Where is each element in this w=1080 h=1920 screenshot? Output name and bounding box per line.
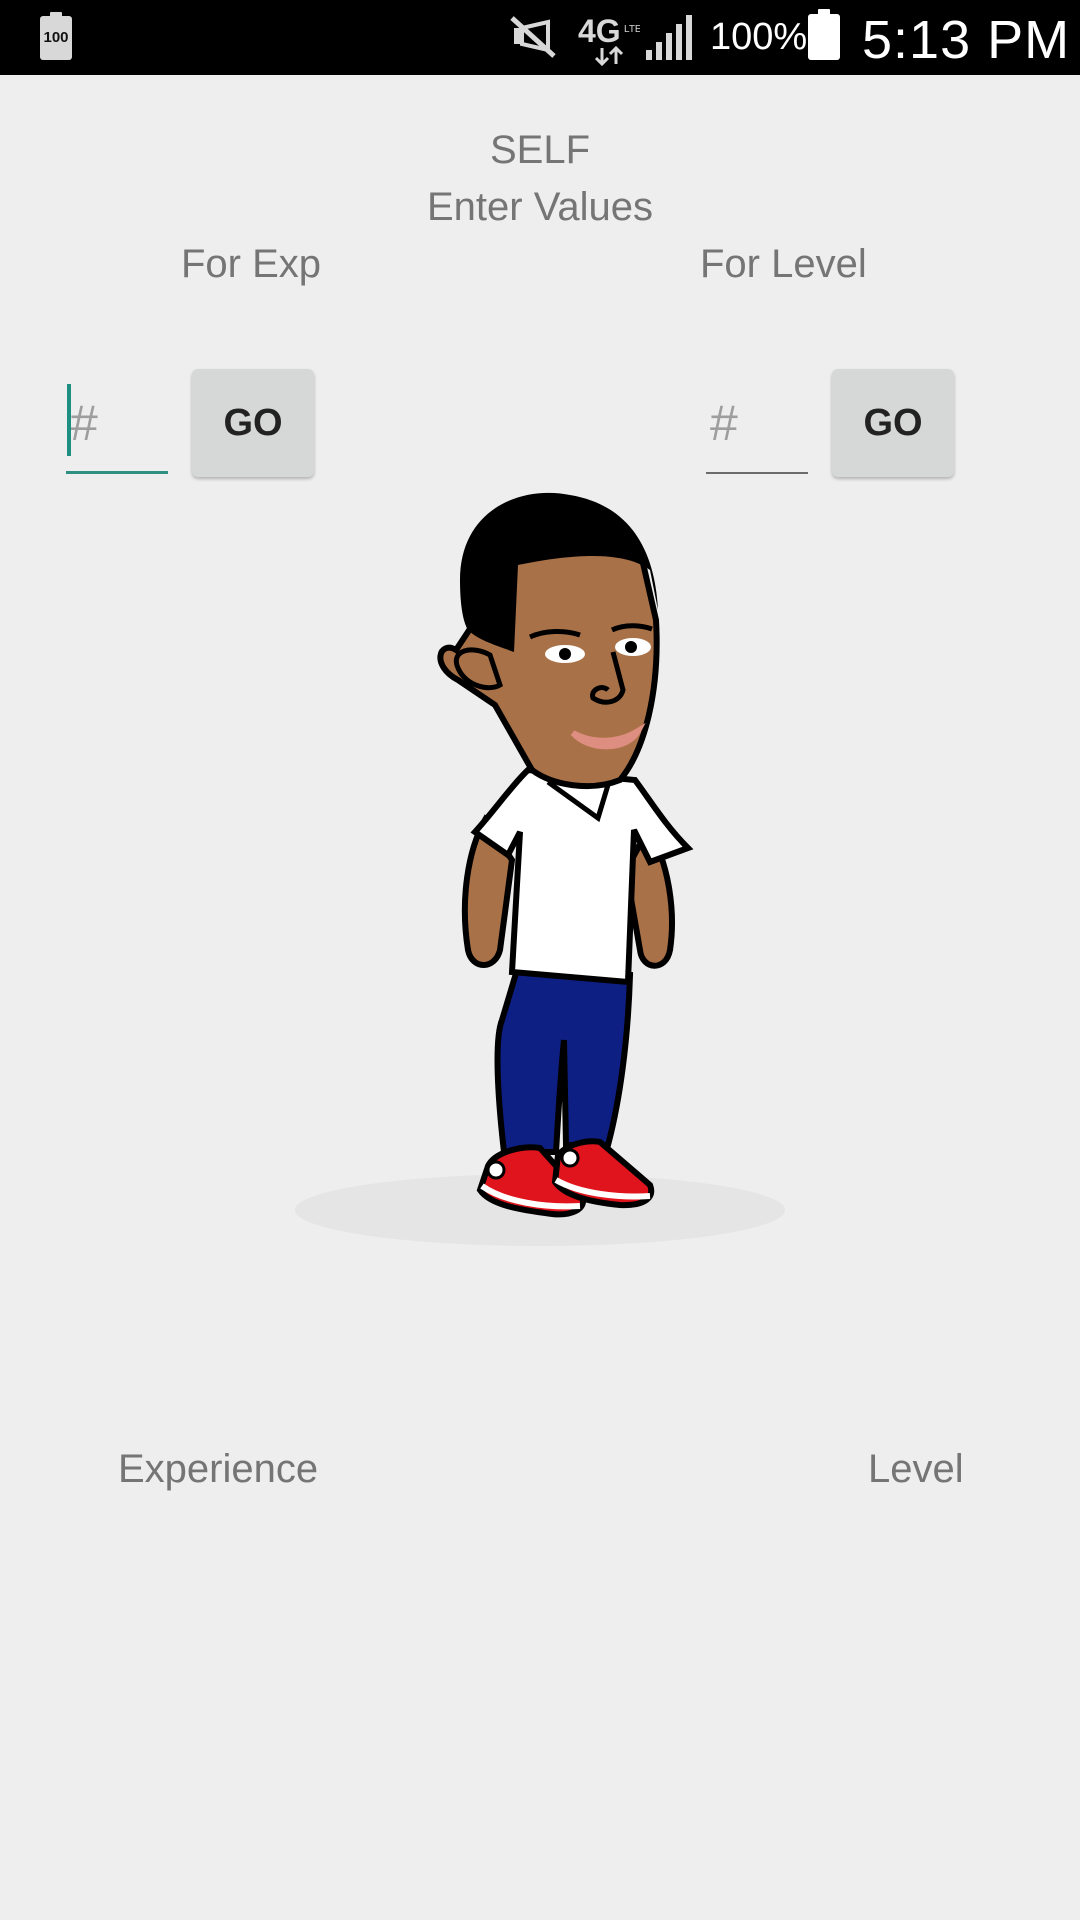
level-label: Level <box>868 1447 964 1491</box>
battery-full-icon <box>808 9 840 60</box>
avatar-character <box>295 492 785 1246</box>
battery-percent: 100% <box>710 16 808 58</box>
exp-input[interactable] <box>66 374 168 474</box>
mute-icon <box>510 16 556 58</box>
battery-level-text: 100 <box>43 29 69 46</box>
status-bar: 100 4G LTE 100% 5:13 PM <box>0 0 1080 75</box>
svg-text:4G: 4G <box>578 13 621 49</box>
for-level-label: For Level <box>700 242 867 286</box>
4g-lte-icon: 4G LTE <box>578 13 640 66</box>
page-title: SELF <box>489 128 591 172</box>
page-subtitle: Enter Values <box>426 185 654 229</box>
experience-label: Experience <box>118 1447 319 1491</box>
text-cursor <box>67 384 71 456</box>
go-level-button[interactable]: GO <box>832 369 954 477</box>
level-input[interactable] <box>706 374 808 474</box>
svg-text:LTE: LTE <box>624 24 640 35</box>
go-exp-button[interactable]: GO <box>192 369 314 477</box>
for-exp-label: For Exp <box>181 242 322 286</box>
signal-icon <box>646 15 692 60</box>
battery-icon: 100 <box>40 12 72 60</box>
clock: 5:13 PM <box>862 10 1071 70</box>
